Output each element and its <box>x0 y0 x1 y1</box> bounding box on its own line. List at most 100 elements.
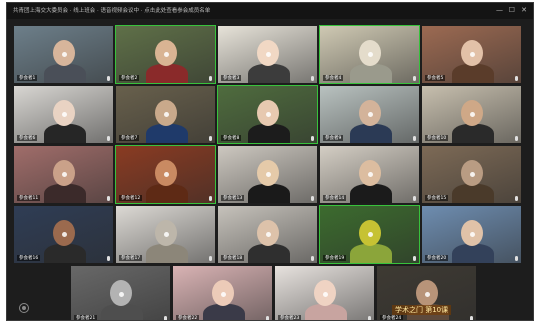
video-tile[interactable]: 参会者2 <box>115 25 216 84</box>
video-tile[interactable]: 参会者15 <box>421 145 522 204</box>
participant-body <box>248 64 290 83</box>
participant-name: 参会者4 <box>323 75 344 81</box>
loading-indicator-icon <box>425 292 430 297</box>
video-tile[interactable]: 参会者17 <box>115 205 216 264</box>
microphone-icon <box>413 76 416 81</box>
microphone-icon <box>311 256 314 261</box>
microphone-icon <box>266 316 269 320</box>
loading-indicator-icon <box>266 112 271 117</box>
participant-body <box>248 184 290 203</box>
microphone-icon <box>311 76 314 81</box>
video-tile[interactable]: 参会者6 <box>13 85 114 144</box>
participant-name: 参会者24 <box>380 315 404 321</box>
loading-indicator-icon <box>62 52 67 57</box>
video-tile[interactable]: 参会者5 <box>421 25 522 84</box>
microphone-icon <box>107 256 110 261</box>
participant-name: 参会者1 <box>17 75 38 81</box>
participant-body <box>452 124 494 143</box>
video-tile[interactable]: 参会者18 <box>217 205 318 264</box>
participant-name: 参会者18 <box>221 255 245 261</box>
loading-indicator-icon <box>62 232 67 237</box>
participant-name: 参会者3 <box>221 75 242 81</box>
participant-body <box>44 184 86 203</box>
video-tile[interactable]: 参会者1 <box>13 25 114 84</box>
video-tile[interactable]: 参会者10 <box>421 85 522 144</box>
loading-indicator-icon <box>164 172 169 177</box>
loading-indicator-icon <box>221 292 226 297</box>
microphone-icon <box>209 136 212 141</box>
loading-indicator-icon <box>164 52 169 57</box>
loading-indicator-icon <box>368 52 373 57</box>
participant-name: 参会者19 <box>323 255 347 261</box>
loading-indicator-icon <box>368 232 373 237</box>
loading-indicator-icon <box>368 112 373 117</box>
participant-body <box>350 184 392 203</box>
participant-name: 参会者16 <box>17 255 41 261</box>
maximize-icon[interactable]: ☐ <box>509 5 515 15</box>
microphone-icon <box>470 316 473 320</box>
video-tile[interactable]: 参会者21 <box>70 265 171 320</box>
video-tile[interactable]: 参会者8 <box>217 85 318 144</box>
participant-name: 参会者15 <box>425 195 449 201</box>
video-tile[interactable]: 参会者16 <box>13 205 114 264</box>
microphone-icon <box>515 136 518 141</box>
video-tile[interactable]: 参会者23 <box>274 265 375 320</box>
video-tile[interactable]: 参会者4 <box>319 25 420 84</box>
participant-body <box>350 244 392 263</box>
video-tile[interactable]: 参会者7 <box>115 85 216 144</box>
participant-body <box>350 64 392 83</box>
microphone-icon <box>209 76 212 81</box>
participant-body <box>101 304 143 320</box>
participant-name: 参会者9 <box>323 135 344 141</box>
video-tile[interactable]: 参会者19 <box>319 205 420 264</box>
loading-indicator-icon <box>266 172 271 177</box>
microphone-icon <box>368 316 371 320</box>
participant-name: 参会者20 <box>425 255 449 261</box>
participant-name: 参会者17 <box>119 255 143 261</box>
participant-body <box>146 64 188 83</box>
participant-body <box>452 184 494 203</box>
video-tile[interactable]: 参会者11 <box>13 145 114 204</box>
participant-name: 参会者7 <box>119 135 140 141</box>
meeting-window: 共青团上海交大委员会 · 线上班会 · 语音视频会议中 · 点击此处查看参会成员… <box>6 2 534 321</box>
participant-name: 参会者6 <box>17 135 38 141</box>
loading-indicator-icon <box>62 172 67 177</box>
video-tile[interactable]: 参会者14 <box>319 145 420 204</box>
participant-name: 参会者8 <box>221 135 242 141</box>
participant-body <box>146 124 188 143</box>
minimize-icon[interactable]: — <box>496 5 503 15</box>
microphone-icon <box>515 196 518 201</box>
close-icon[interactable]: ✕ <box>521 5 527 15</box>
microphone-icon <box>107 76 110 81</box>
loading-indicator-icon <box>119 292 124 297</box>
microphone-icon <box>515 256 518 261</box>
loading-indicator-icon <box>164 232 169 237</box>
participant-body <box>44 64 86 83</box>
video-tile[interactable]: 参会者12 <box>115 145 216 204</box>
loading-indicator-icon <box>323 292 328 297</box>
video-caption: 学术之门 第10课 <box>392 305 452 315</box>
video-tile[interactable]: 参会者22 <box>172 265 273 321</box>
participant-body <box>350 124 392 143</box>
loading-indicator-icon <box>470 112 475 117</box>
loading-indicator-icon <box>62 112 67 117</box>
video-tile[interactable]: 参会者3 <box>217 25 318 84</box>
participant-body <box>44 124 86 143</box>
microphone-icon <box>413 196 416 201</box>
participant-body <box>203 304 245 320</box>
participant-body <box>305 304 347 320</box>
participant-body <box>146 244 188 263</box>
participant-name: 参会者11 <box>17 195 41 201</box>
video-tile[interactable]: 参会者13 <box>217 145 318 204</box>
video-tile[interactable]: 参会者9 <box>319 85 420 144</box>
video-tile[interactable]: 参会者20 <box>421 205 522 264</box>
participant-name: 参会者12 <box>119 195 143 201</box>
participant-name: 参会者22 <box>176 315 200 321</box>
settings-icon[interactable] <box>19 303 29 313</box>
loading-indicator-icon <box>470 52 475 57</box>
video-tile[interactable]: 参会者24 学术之门 第10课 <box>376 265 477 321</box>
window-title: 共青团上海交大委员会 · 线上班会 · 语音视频会议中 · 点击此处查看参会成员… <box>13 8 211 14</box>
microphone-icon <box>515 76 518 81</box>
microphone-icon <box>164 316 167 320</box>
participant-body <box>452 64 494 83</box>
